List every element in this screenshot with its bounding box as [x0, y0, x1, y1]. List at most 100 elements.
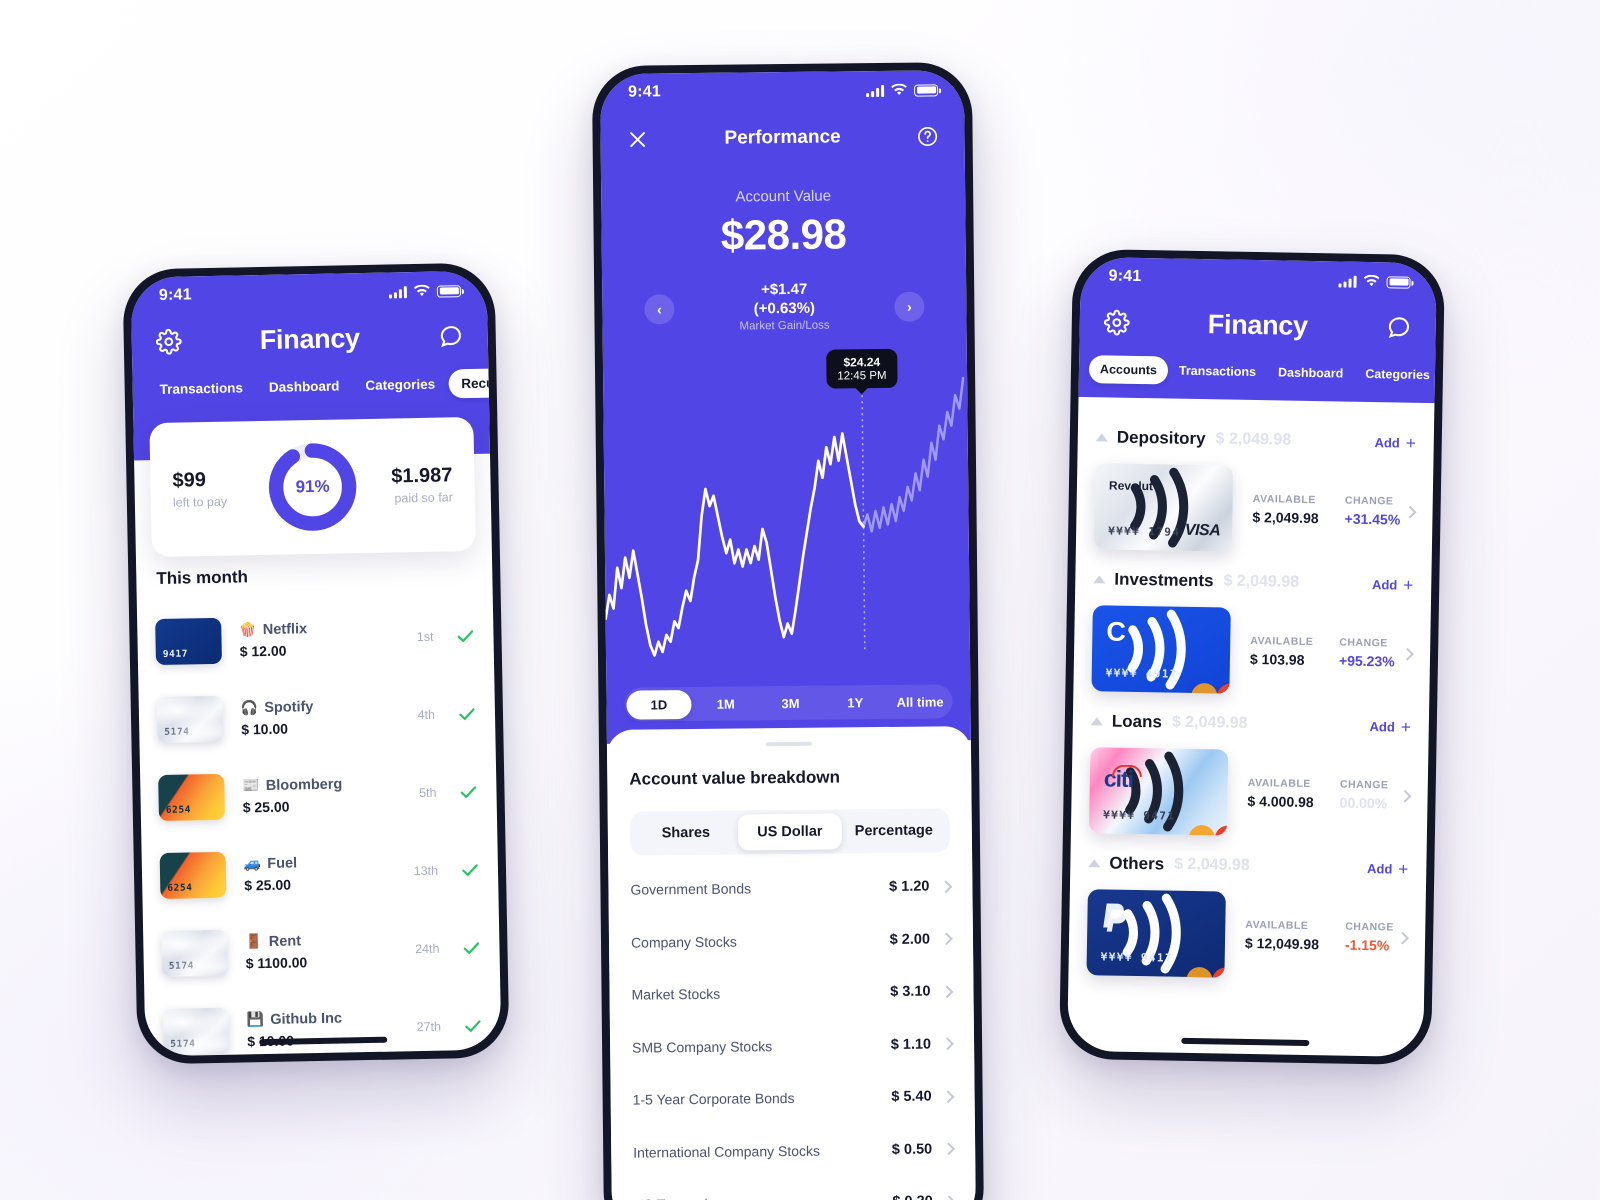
breakdown-row[interactable]: Market Stocks $ 3.10	[631, 965, 954, 1021]
account-row[interactable]: ¥¥¥¥ 9417 AVAILABLE $ 12,049.98 CHANGE -1.15…	[1086, 889, 1409, 981]
available-label: AVAILABLE	[1247, 776, 1311, 791]
previous-period-button[interactable]: ‹	[644, 294, 675, 325]
breakdown-sheet: Account value breakdown Shares US Dollar…	[606, 726, 977, 1200]
performance-title: Performance	[724, 126, 841, 149]
group-header[interactable]: Depository $ 2,049.98 Add +	[1095, 427, 1416, 453]
collapse-triangle-icon[interactable]	[1095, 433, 1108, 442]
phone-middle: 9:41 Performance Account Value $28.98 ‹ …	[591, 62, 985, 1200]
transaction-row[interactable]: 6254 📰 Bloomberg $ 25.00 5th	[158, 753, 479, 837]
right-header: 9:41 Financy Accounts Transactions Dashb…	[1078, 256, 1437, 404]
status-time: 9:41	[158, 286, 192, 304]
chevron-right-icon[interactable]	[1398, 789, 1412, 803]
paid-check-icon	[457, 704, 477, 724]
change-label: CHANGE	[1345, 920, 1394, 934]
transaction-row[interactable]: 5174 🎧 Spotify $ 10.00 4th	[156, 675, 477, 759]
tab-transactions[interactable]: Transactions	[146, 373, 256, 404]
chat-bubble-icon[interactable]	[1386, 314, 1412, 340]
merchant-emoji-icon: 📰	[242, 777, 260, 794]
card-pan: ¥¥¥¥ 9471	[1103, 808, 1176, 823]
transaction-row[interactable]: 6254 🚙 Fuel $ 25.00 13th	[159, 831, 480, 915]
chevron-right-icon[interactable]	[1396, 931, 1409, 945]
account-row[interactable]: C ¥¥¥¥ 4917 AVAILABLE $ 103.98 CHANGE +95.23%	[1091, 605, 1414, 697]
tab-dashboard[interactable]: Dashboard	[1267, 358, 1355, 388]
add-account-button[interactable]: Add +	[1369, 717, 1411, 736]
transaction-row[interactable]: 5174 🚪 Rent $ 1100.00 24th	[161, 909, 482, 993]
available-value: $ 4.000.98	[1247, 792, 1314, 811]
tab-recurring[interactable]: Recurring	[447, 367, 502, 399]
unit-percentage[interactable]: Percentage	[842, 812, 946, 849]
tab-accounts[interactable]: Accounts	[1088, 355, 1169, 385]
collapse-triangle-icon[interactable]	[1090, 717, 1103, 726]
account-group: Others $ 2,049.98 Add + ¥¥¥¥ 9417 AVAILABLE $ …	[1086, 853, 1409, 981]
group-header[interactable]: Investments $ 2,049.98 Add +	[1093, 569, 1413, 595]
group-total: $ 2,049.98	[1223, 572, 1300, 591]
add-account-button[interactable]: Add +	[1367, 859, 1409, 878]
card-brand-label: Revolut	[1108, 478, 1154, 494]
chevron-right-icon[interactable]	[1403, 505, 1417, 519]
left-tabs: Transactions Dashboard Categories Recurr…	[132, 363, 502, 417]
next-period-button[interactable]: ›	[894, 291, 925, 322]
card-thumbnail: 5174	[162, 1007, 230, 1055]
breakdown-row[interactable]: 1-5 Year Corporate Bonds $ 5.40	[632, 1070, 955, 1126]
left-to-pay-value: $99	[172, 469, 207, 492]
range-all-time[interactable]: All time	[888, 687, 953, 717]
account-value-amount: $28.98	[720, 210, 847, 259]
phone-left: 9:41 Financy Transactions Dashboard Cate…	[122, 262, 510, 1065]
unit-us-dollar[interactable]: US Dollar	[737, 813, 843, 851]
bank-card: citi ¥¥¥¥ 9471	[1088, 747, 1229, 836]
close-icon[interactable]	[626, 128, 648, 150]
breakdown-row[interactable]: International Company Stocks $ 0.50	[633, 1123, 956, 1179]
status-time: 9:41	[1108, 267, 1142, 286]
paid-check-icon	[458, 782, 478, 802]
transaction-name: 💾 Github Inc	[247, 1008, 417, 1028]
group-header[interactable]: Loans $ 2,049.98 Add +	[1090, 711, 1411, 737]
tab-categories[interactable]: Categories	[352, 369, 448, 400]
breakdown-row[interactable]: Government Bonds $ 1.20	[630, 860, 953, 916]
account-row[interactable]: Revolut VISA ¥¥¥¥ 1794 AVAILABLE $ 2,049.98 C…	[1093, 463, 1417, 555]
unit-shares[interactable]: Shares	[634, 815, 738, 852]
cellular-signal-icon	[388, 285, 407, 299]
gear-icon[interactable]	[155, 328, 182, 355]
breakdown-row[interactable]: SMB Company Stocks $ 1.10	[632, 1018, 954, 1074]
collapse-triangle-icon[interactable]	[1093, 575, 1106, 584]
card-digits: 5174	[168, 960, 195, 972]
help-circle-icon[interactable]	[916, 125, 938, 147]
group-header[interactable]: Others $ 2,049.98 Add +	[1088, 853, 1408, 879]
tab-categories[interactable]: Categories	[1354, 360, 1437, 390]
sheet-grab-handle[interactable]	[765, 741, 812, 747]
range-1d[interactable]: 1D	[626, 689, 692, 720]
chat-bubble-icon[interactable]	[437, 323, 463, 349]
range-1y[interactable]: 1Y	[823, 687, 888, 717]
bank-card: Revolut VISA ¥¥¥¥ 1794	[1093, 463, 1234, 552]
add-label: Add	[1374, 434, 1400, 451]
gear-icon[interactable]	[1103, 309, 1130, 336]
bank-card: ¥¥¥¥ 9417	[1086, 889, 1226, 978]
available-value: $ 103.98	[1249, 650, 1305, 668]
transaction-row[interactable]: 5174💾Github Inc$ 10.0027th	[162, 987, 483, 1056]
range-3m[interactable]: 3M	[758, 688, 823, 718]
add-account-button[interactable]: Add +	[1372, 575, 1414, 594]
change-value: +31.45%	[1344, 510, 1401, 528]
card-pan: ¥¥¥¥ 9417	[1100, 950, 1174, 965]
recurring-list: This month 9417 🍿 Netflix $ 12.00 1st 5174 🎧 Sp…	[136, 563, 501, 1057]
account-row[interactable]: citi ¥¥¥¥ 9471 AVAILABLE $ 4.000.98 CHANGE 00…	[1088, 747, 1412, 839]
breakdown-value: $ 5.40	[891, 1088, 932, 1106]
available-label: AVAILABLE	[1252, 492, 1316, 507]
available-value: $ 12,049.98	[1244, 934, 1320, 953]
breakdown-row[interactable]: US Treasuries$ 0.20	[633, 1175, 956, 1200]
payment-summary-card: $99 left to pay 91% $1.987 paid so far	[149, 416, 476, 558]
phone-right: 9:41 Financy Accounts Transactions Dashb…	[1058, 248, 1446, 1066]
performance-line-chart[interactable]: $24.24 12:45 PM	[603, 348, 970, 664]
range-1m[interactable]: 1M	[693, 689, 758, 719]
tab-dashboard[interactable]: Dashboard	[256, 371, 353, 402]
tab-transactions[interactable]: Transactions	[1168, 356, 1268, 386]
transaction-info: 🚪 Rent $ 1100.00	[245, 930, 415, 972]
transaction-row[interactable]: 9417 🍿 Netflix $ 12.00 1st	[155, 597, 476, 681]
collapse-triangle-icon[interactable]	[1088, 859, 1101, 868]
add-account-button[interactable]: Add +	[1374, 433, 1416, 452]
chevron-right-icon[interactable]	[1401, 647, 1414, 661]
account-value-label: Account Value	[735, 187, 832, 206]
group-name: Others	[1109, 853, 1165, 874]
merchant-emoji-icon: 🎧	[240, 699, 259, 716]
breakdown-row[interactable]: Company Stocks $ 2.00	[631, 913, 953, 969]
